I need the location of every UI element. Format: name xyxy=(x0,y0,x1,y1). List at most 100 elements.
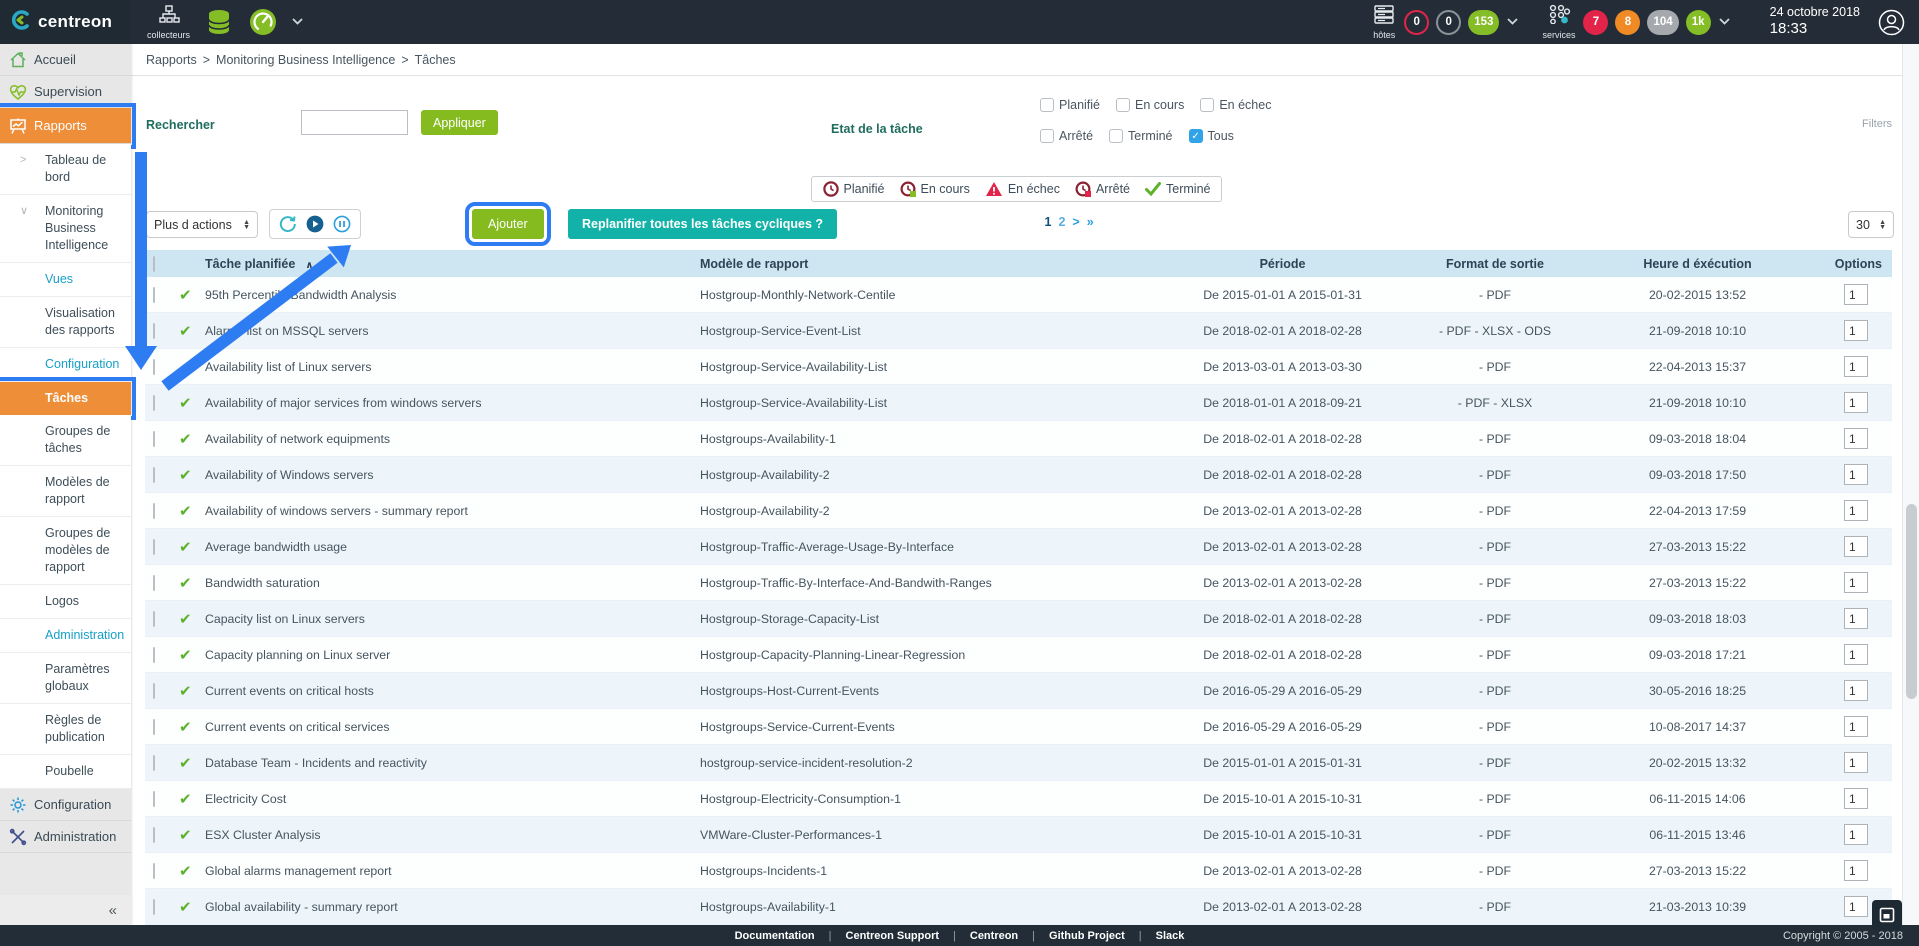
options-input[interactable] xyxy=(1844,860,1868,881)
sidebar-item-logos[interactable]: Logos xyxy=(0,585,131,619)
sidebar-item-tableau-de-bord[interactable]: >Tableau de bord xyxy=(0,144,131,195)
column-header-task[interactable]: Tâche planifiée xyxy=(205,257,295,271)
pagination-item-2[interactable]: 2 xyxy=(1058,215,1065,229)
row-checkbox[interactable] xyxy=(153,791,155,807)
sidebar-item-administration[interactable]: Administration xyxy=(0,619,131,653)
options-input[interactable] xyxy=(1844,788,1868,809)
breadcrumb-part[interactable]: Tâches xyxy=(415,53,456,67)
options-input[interactable] xyxy=(1844,680,1868,701)
row-checkbox[interactable] xyxy=(153,683,155,699)
row-checkbox[interactable] xyxy=(153,899,155,915)
play-icon[interactable] xyxy=(306,215,324,233)
sidebar-item-poubelle[interactable]: Poubelle xyxy=(0,755,131,789)
sidebar-item-configuration[interactable]: Configuration xyxy=(0,789,131,821)
sidebar-item-mod-les-de-rapport[interactable]: Modèles de rapport xyxy=(0,466,131,517)
breadcrumb-part[interactable]: Monitoring Business Intelligence xyxy=(216,53,395,67)
services-badge-3[interactable]: 1k xyxy=(1686,10,1711,35)
more-actions-select[interactable]: Plus d actions ▲▼ xyxy=(146,211,258,238)
state-checkbox-planifi-[interactable]: Planifié xyxy=(1040,98,1100,112)
task-name[interactable]: Availability list of Linux servers xyxy=(205,360,700,374)
hosts-badge-0[interactable]: 0 xyxy=(1404,10,1429,35)
row-checkbox[interactable] xyxy=(153,467,155,483)
collecteurs-menu[interactable]: collecteurs xyxy=(147,5,190,40)
state-checkbox-en-chec[interactable]: En échec xyxy=(1200,98,1271,112)
sidebar-item-configuration[interactable]: Configuration xyxy=(0,348,131,382)
database-icon[interactable] xyxy=(204,7,234,37)
pause-icon[interactable] xyxy=(333,215,351,233)
user-avatar[interactable] xyxy=(1878,9,1905,36)
task-name[interactable]: Current events on critical hosts xyxy=(205,684,700,698)
apply-button[interactable]: Appliquer xyxy=(421,110,498,135)
state-checkbox-termin-[interactable]: Terminé xyxy=(1109,129,1172,143)
row-checkbox[interactable] xyxy=(153,395,155,411)
footer-link-centreon[interactable]: Centreon xyxy=(970,930,1018,942)
options-input[interactable] xyxy=(1844,644,1868,665)
row-checkbox[interactable] xyxy=(153,719,155,735)
state-checkbox-tous[interactable]: ✓Tous xyxy=(1189,129,1234,143)
state-checkbox-arr-t-[interactable]: Arrêté xyxy=(1040,129,1093,143)
replan-cyclic-tasks-button[interactable]: Replanifier toutes les tâches cycliques … xyxy=(568,209,837,239)
row-checkbox[interactable] xyxy=(153,323,155,339)
sidebar-item-rapports[interactable]: Rapports xyxy=(0,108,131,144)
options-input[interactable] xyxy=(1844,572,1868,593)
gauge-icon[interactable] xyxy=(248,7,278,37)
column-header-model[interactable]: Modèle de rapport xyxy=(700,257,1175,271)
row-checkbox[interactable] xyxy=(153,863,155,879)
services-badge-1[interactable]: 8 xyxy=(1615,10,1640,35)
options-input[interactable] xyxy=(1844,500,1868,521)
task-name[interactable]: Current events on critical services xyxy=(205,720,700,734)
task-name[interactable]: Capacity planning on Linux server xyxy=(205,648,700,662)
task-name[interactable]: Capacity list on Linux servers xyxy=(205,612,700,626)
hosts-badge-2[interactable]: 153 xyxy=(1468,10,1499,35)
options-input[interactable] xyxy=(1844,608,1868,629)
sidebar-item-t-ches[interactable]: Tâches xyxy=(0,382,131,415)
options-input[interactable] xyxy=(1844,716,1868,737)
task-name[interactable]: Availability of Windows servers xyxy=(205,468,700,482)
options-input[interactable] xyxy=(1844,284,1868,305)
sort-asc-icon[interactable]: ∧ xyxy=(305,260,313,271)
task-name[interactable]: Average bandwidth usage xyxy=(205,540,700,554)
row-checkbox[interactable] xyxy=(153,503,155,519)
pagination-item-1[interactable]: 1 xyxy=(1045,215,1052,229)
row-checkbox[interactable] xyxy=(153,287,155,303)
options-input[interactable] xyxy=(1844,896,1868,917)
sidebar-collapse-button[interactable]: « xyxy=(0,895,131,925)
state-checkbox-en-cours[interactable]: En cours xyxy=(1116,98,1184,112)
sidebar-item-visualisation-des-rapports[interactable]: Visualisation des rapports xyxy=(0,297,131,348)
task-name[interactable]: Database Team - Incidents and reactivity xyxy=(205,756,700,770)
sidebar-item-groupes-de-t-ches[interactable]: Groupes de tâches xyxy=(0,415,131,466)
fullscreen-button[interactable] xyxy=(1872,900,1902,930)
hosts-badge-1[interactable]: 0 xyxy=(1436,10,1461,35)
sidebar-item-administration[interactable]: Administration xyxy=(0,821,131,853)
search-input[interactable] xyxy=(301,110,408,135)
column-header-period[interactable]: Période xyxy=(1175,257,1390,271)
centreon-logo[interactable]: centreon xyxy=(0,0,131,44)
vertical-scrollbar[interactable] xyxy=(1902,44,1919,925)
options-input[interactable] xyxy=(1844,356,1868,377)
sidebar-item-groupes-de-mod-les-de-rapport[interactable]: Groupes de modèles de rapport xyxy=(0,517,131,585)
services-badge-0[interactable]: 7 xyxy=(1583,10,1608,35)
task-name[interactable]: ESX Cluster Analysis xyxy=(205,828,700,842)
services-chevron-icon[interactable] xyxy=(1719,16,1730,28)
options-input[interactable] xyxy=(1844,752,1868,773)
breadcrumb-part[interactable]: Rapports xyxy=(146,53,197,67)
select-all-checkbox[interactable] xyxy=(153,256,155,272)
row-checkbox[interactable] xyxy=(153,359,155,375)
pagination-item-»[interactable]: » xyxy=(1087,215,1094,229)
row-checkbox[interactable] xyxy=(153,431,155,447)
task-name[interactable]: Availability of windows servers - summar… xyxy=(205,504,700,518)
footer-link-github-project[interactable]: Github Project xyxy=(1049,930,1125,942)
task-name[interactable]: 95th Percentile Bandwidth Analysis xyxy=(205,288,700,302)
options-input[interactable] xyxy=(1844,536,1868,557)
refresh-icon[interactable] xyxy=(279,215,297,233)
services-badge-2[interactable]: 104 xyxy=(1647,10,1678,35)
row-checkbox[interactable] xyxy=(153,827,155,843)
sidebar-item-monitoring-business-intelligence[interactable]: ∨Monitoring Business Intelligence xyxy=(0,195,131,263)
task-name[interactable]: Global alarms management report xyxy=(205,864,700,878)
sidebar-item-vues[interactable]: Vues xyxy=(0,263,131,297)
row-checkbox[interactable] xyxy=(153,647,155,663)
pagination-item->[interactable]: > xyxy=(1072,215,1079,229)
footer-link-documentation[interactable]: Documentation xyxy=(735,930,815,942)
hosts-chevron-icon[interactable] xyxy=(1507,16,1518,28)
options-input[interactable] xyxy=(1844,824,1868,845)
